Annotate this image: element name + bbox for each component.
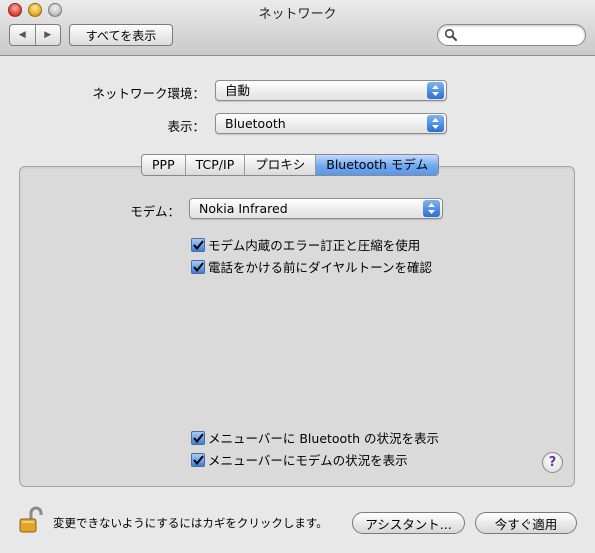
modem-value: Nokia Infrared (199, 201, 288, 216)
lock-icon[interactable] (18, 506, 44, 534)
lock-message: 変更できないようにするにはカギをクリックします。 (53, 516, 328, 530)
apply-now-button[interactable]: 今すぐ適用 (475, 512, 577, 534)
location-value: 自動 (225, 83, 251, 98)
popup-arrows-icon (423, 200, 440, 217)
tab-proxy[interactable]: プロキシ (244, 155, 315, 175)
back-icon[interactable]: ◀ (10, 25, 35, 45)
popup-arrows-icon (427, 115, 444, 132)
show-popup[interactable]: Bluetooth (215, 113, 447, 134)
tab-ppp[interactable]: PPP (142, 155, 185, 175)
modem-label: モデム： (130, 204, 180, 219)
menubar-modem-option[interactable]: メニューバーにモデムの状況を表示 (191, 450, 408, 469)
show-label: 表示： (167, 119, 205, 134)
search-input[interactable] (460, 27, 578, 43)
checkmark-icon (192, 261, 204, 272)
dial-tone-checkbox[interactable] (191, 259, 205, 274)
dial-tone-label: 電話をかける前にダイヤルトーンを確認 (208, 260, 433, 275)
menubar-bluetooth-option[interactable]: メニューバーに Bluetooth の状況を表示 (191, 428, 439, 447)
checkmark-icon (192, 432, 204, 443)
menubar-bluetooth-checkbox[interactable] (191, 430, 205, 445)
back-forward-control: ◀ ▶ (9, 24, 61, 46)
location-popup[interactable]: 自動 (215, 80, 447, 101)
title-bar: ネットワーク ◀ ▶ すべてを表示 (0, 0, 595, 56)
forward-icon[interactable]: ▶ (34, 25, 61, 45)
assistant-button[interactable]: アシスタント... (352, 512, 465, 534)
modem-popup[interactable]: Nokia Infrared (189, 198, 443, 219)
show-value: Bluetooth (225, 116, 286, 131)
menubar-modem-label: メニューバーにモデムの状況を表示 (208, 453, 408, 468)
error-correction-checkbox[interactable] (191, 237, 205, 252)
checkmark-icon (192, 239, 204, 250)
dial-tone-option[interactable]: 電話をかける前にダイヤルトーンを確認 (191, 257, 432, 276)
error-correction-option[interactable]: モデム内蔵のエラー訂正と圧縮を使用 (191, 235, 420, 254)
help-icon[interactable]: ? (542, 452, 563, 473)
tab-bluetooth-modem[interactable]: Bluetooth モデム (315, 155, 439, 175)
tab-tcpip[interactable]: TCP/IP (184, 155, 245, 175)
window-title: ネットワーク (258, 7, 337, 22)
search-field[interactable] (437, 24, 586, 46)
show-all-button[interactable]: すべてを表示 (69, 24, 173, 46)
checkmark-icon (192, 454, 204, 465)
popup-arrows-icon (427, 82, 444, 99)
menubar-modem-checkbox[interactable] (191, 452, 205, 467)
search-icon (444, 28, 457, 41)
error-correction-label: モデム内蔵のエラー訂正と圧縮を使用 (208, 238, 421, 253)
location-label: ネットワーク環境： (92, 86, 205, 101)
tab-bar: PPP TCP/IP プロキシ Bluetooth モデム (141, 154, 440, 176)
menubar-bluetooth-label: メニューバーに Bluetooth の状況を表示 (208, 431, 440, 446)
